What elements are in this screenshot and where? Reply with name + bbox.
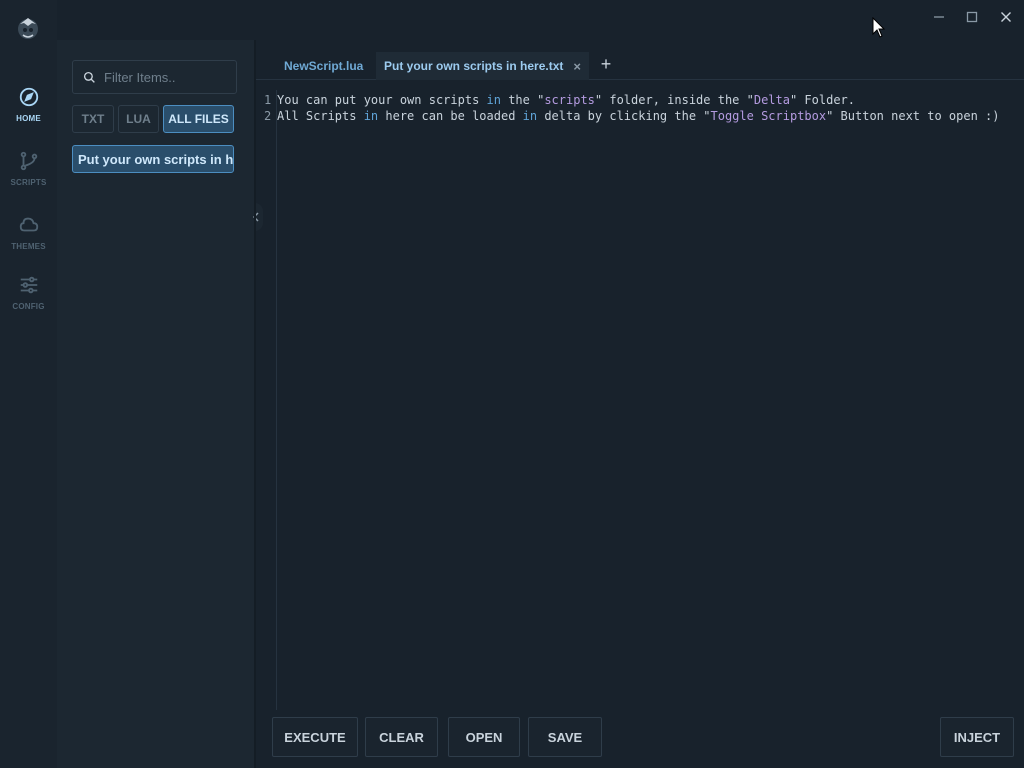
- nav-item-scripts[interactable]: SCRIPTS: [0, 150, 57, 204]
- close-icon: [1001, 12, 1011, 22]
- line-number: 2: [264, 109, 272, 123]
- line-number: 1: [264, 93, 272, 107]
- clear-button[interactable]: CLEAR: [365, 717, 438, 757]
- file-list-item[interactable]: Put your own scripts in here.txt: [72, 145, 234, 173]
- add-tab-button[interactable]: +: [596, 54, 616, 74]
- open-button[interactable]: OPEN: [448, 717, 520, 757]
- tab-put-your-own-scripts[interactable]: Put your own scripts in here.txt ×: [376, 52, 589, 80]
- close-window-button[interactable]: [995, 6, 1017, 28]
- nav-item-themes[interactable]: THEMES: [0, 214, 57, 268]
- save-button[interactable]: SAVE: [528, 717, 602, 757]
- code-line: 1 You can put your own scripts in the "sc…: [264, 92, 999, 108]
- collapse-panel-button[interactable]: [249, 203, 263, 231]
- filter-lua-button[interactable]: LUA: [118, 105, 159, 133]
- compass-icon: [19, 87, 38, 107]
- app-logo-icon: [18, 18, 38, 39]
- panel-divider: [254, 40, 256, 768]
- nav-sidebar: HOME SCRIPTS THEMES CONFIG: [0, 0, 57, 768]
- mouse-cursor-icon: [872, 17, 886, 38]
- code-line-text: You can put your own scripts in the "scr…: [277, 93, 856, 107]
- filter-all-files-button[interactable]: ALL FILES: [163, 105, 234, 133]
- tab-label: Put your own scripts in here.txt: [384, 59, 564, 73]
- filter-input[interactable]: [104, 69, 234, 85]
- code-editor[interactable]: 1 You can put your own scripts in the "sc…: [264, 92, 999, 124]
- nav-label-themes: THEMES: [11, 242, 46, 251]
- tab-bar: NewScript.lua Put your own scripts in he…: [256, 52, 1024, 80]
- git-branch-icon: [20, 151, 37, 171]
- cloud-icon: [19, 217, 38, 232]
- nav-label-home: HOME: [16, 114, 41, 123]
- search-icon: [83, 71, 95, 83]
- tab-label: NewScript.lua: [284, 59, 364, 73]
- nav-label-config: CONFIG: [12, 302, 45, 311]
- filter-txt-button[interactable]: TXT: [72, 105, 114, 133]
- minimize-icon: [934, 16, 944, 18]
- minimize-button[interactable]: [928, 6, 950, 28]
- execute-button[interactable]: EXECUTE: [272, 717, 358, 757]
- inject-button[interactable]: INJECT: [940, 717, 1014, 757]
- nav-item-home[interactable]: HOME: [0, 86, 57, 140]
- nav-label-scripts: SCRIPTS: [10, 178, 47, 187]
- tab-newscript[interactable]: NewScript.lua: [276, 52, 371, 80]
- filter-box[interactable]: [72, 60, 237, 94]
- sliders-icon: [20, 276, 37, 294]
- maximize-button[interactable]: [961, 6, 983, 28]
- maximize-icon: [966, 11, 978, 23]
- code-line-text: All Scripts in here can be loaded in del…: [277, 109, 1000, 123]
- code-line: 2 All Scripts in here can be loaded in de…: [264, 108, 999, 124]
- tab-close-icon[interactable]: ×: [573, 59, 581, 74]
- file-panel: TXT LUA ALL FILES Put your own scripts i…: [57, 40, 254, 768]
- editor-gutter-divider: [276, 90, 277, 710]
- nav-item-config[interactable]: CONFIG: [0, 274, 57, 328]
